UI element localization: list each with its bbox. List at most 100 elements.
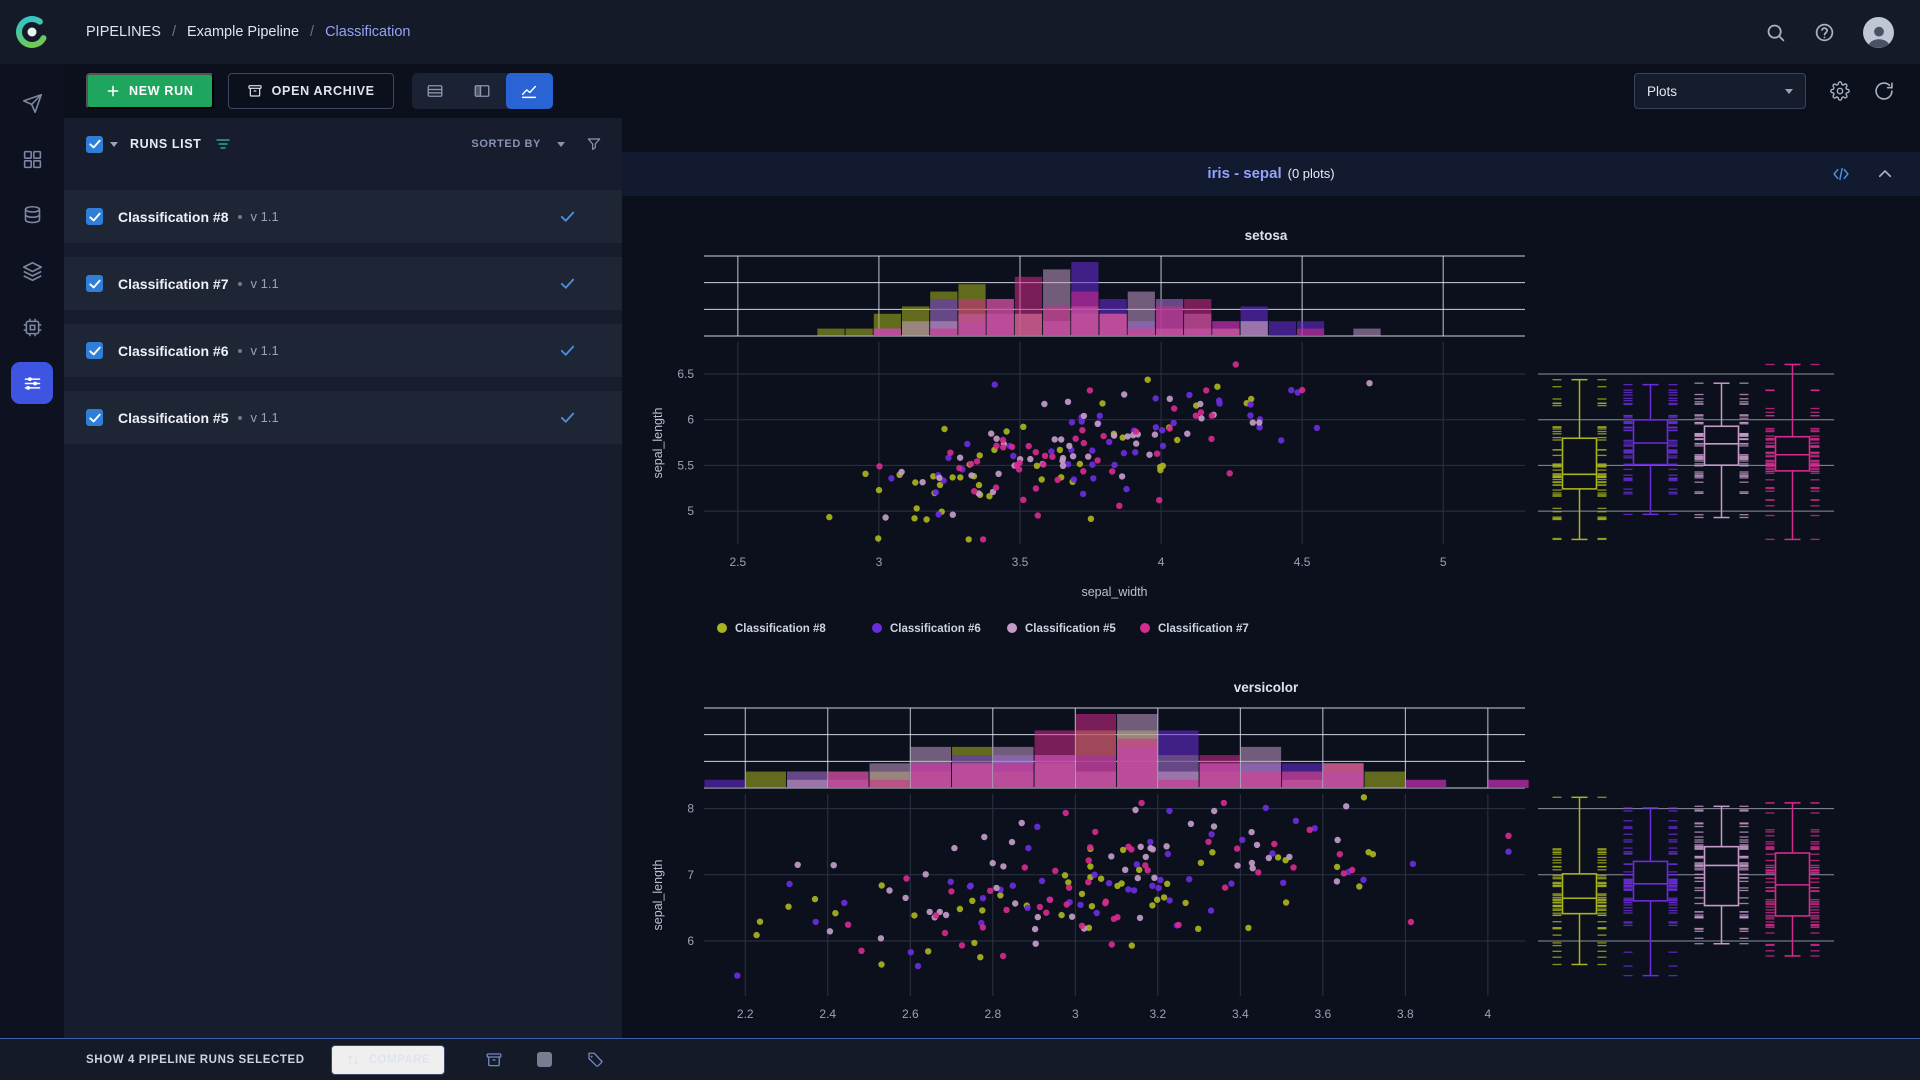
nav-dashboard-grid-icon[interactable] bbox=[11, 138, 53, 180]
runs-list-panel: RUNS LIST SORTED BY Classification #8 v … bbox=[64, 118, 622, 1038]
run-version: v 1.1 bbox=[251, 209, 279, 224]
plot-setosa: 2.533.544.5555.566.5setosasepal_widthsep… bbox=[622, 212, 1920, 664]
nav-pipelines-icon[interactable] bbox=[11, 362, 53, 404]
legend-item[interactable]: Classification #5 bbox=[1007, 623, 1116, 635]
plot-group-title: iris - sepal bbox=[1207, 165, 1281, 182]
run-row[interactable]: Classification #6 v 1.1 bbox=[64, 324, 622, 377]
svg-text:sepal_length: sepal_length bbox=[651, 860, 665, 931]
open-archive-label: OPEN ARCHIVE bbox=[272, 84, 375, 98]
bullet-separator bbox=[238, 282, 242, 286]
run-name: Classification #7 bbox=[118, 276, 229, 292]
svg-text:2.5: 2.5 bbox=[730, 555, 747, 569]
svg-text:2.8: 2.8 bbox=[984, 1007, 1001, 1021]
run-checkbox[interactable] bbox=[86, 208, 103, 225]
svg-text:3: 3 bbox=[1072, 1007, 1079, 1021]
nav-projects-layers-icon[interactable] bbox=[11, 250, 53, 292]
sorted-by-caret-icon[interactable] bbox=[557, 142, 565, 147]
run-name: Classification #5 bbox=[118, 410, 229, 426]
runs-list-header: RUNS LIST SORTED BY bbox=[64, 118, 622, 170]
sorted-by-button[interactable]: SORTED BY bbox=[471, 138, 541, 150]
runs-list-body: Classification #8 v 1.1 Classification #… bbox=[64, 170, 622, 458]
svg-text:3.6: 3.6 bbox=[1315, 1007, 1332, 1021]
header-actions bbox=[1765, 17, 1920, 48]
svg-text:2.6: 2.6 bbox=[902, 1007, 919, 1021]
toolbar-right: Plots bbox=[1634, 73, 1920, 109]
archive-icon[interactable] bbox=[485, 1051, 503, 1069]
legend-item[interactable]: Classification #8 bbox=[717, 623, 826, 635]
svg-text:7: 7 bbox=[687, 868, 694, 882]
bottom-bar: SHOW 4 PIPELINE RUNS SELECTED COMPARE bbox=[0, 1038, 1920, 1080]
compare-label: COMPARE bbox=[369, 1054, 430, 1066]
svg-text:4.5: 4.5 bbox=[1294, 555, 1311, 569]
archive-icon bbox=[247, 83, 263, 99]
selected-check-icon bbox=[559, 208, 576, 225]
charts-container: 2.533.544.5555.566.5setosasepal_widthsep… bbox=[622, 196, 1920, 1038]
svg-text:2.2: 2.2 bbox=[737, 1007, 754, 1021]
search-icon[interactable] bbox=[1765, 22, 1786, 43]
legend-item[interactable]: Classification #6 bbox=[872, 623, 981, 635]
clearml-logo-icon[interactable] bbox=[0, 0, 64, 64]
new-run-button[interactable]: NEW RUN bbox=[86, 73, 214, 109]
svg-text:3: 3 bbox=[876, 555, 883, 569]
svg-text:5.5: 5.5 bbox=[677, 458, 694, 472]
chevron-down-icon bbox=[1785, 89, 1793, 94]
bullet-separator bbox=[238, 215, 242, 219]
table-view-icon[interactable] bbox=[412, 73, 459, 109]
app-root: PIPELINESExample PipelineClassification bbox=[0, 0, 1920, 1080]
user-avatar[interactable] bbox=[1863, 17, 1894, 48]
tag-icon[interactable] bbox=[586, 1051, 604, 1069]
left-nav-rail bbox=[0, 64, 64, 1038]
compare-button[interactable]: COMPARE bbox=[331, 1045, 445, 1075]
svg-text:versicolor: versicolor bbox=[1234, 680, 1299, 695]
svg-text:5: 5 bbox=[1440, 555, 1447, 569]
run-name: Classification #8 bbox=[118, 209, 229, 225]
run-checkbox[interactable] bbox=[86, 275, 103, 292]
open-archive-button[interactable]: OPEN ARCHIVE bbox=[228, 73, 394, 109]
filter-funnel-icon[interactable] bbox=[586, 136, 602, 152]
breadcrumb-item[interactable]: Example Pipeline bbox=[187, 24, 325, 40]
breadcrumb-item[interactable]: Classification bbox=[325, 24, 410, 40]
collapse-section-chevron-up-icon[interactable] bbox=[1876, 165, 1894, 183]
stop-icon[interactable] bbox=[537, 1052, 552, 1067]
svg-text:3.5: 3.5 bbox=[1012, 555, 1029, 569]
runs-list-title: RUNS LIST bbox=[130, 137, 201, 151]
run-checkbox[interactable] bbox=[86, 409, 103, 426]
gear-icon[interactable] bbox=[1830, 81, 1850, 101]
svg-text:setosa: setosa bbox=[1245, 228, 1288, 243]
tune-filters-icon[interactable] bbox=[215, 136, 231, 152]
metric-type-select[interactable]: Plots bbox=[1634, 73, 1806, 109]
top-header: PIPELINESExample PipelineClassification bbox=[0, 0, 1920, 64]
plot-group-count: (0 plots) bbox=[1288, 166, 1335, 181]
plots-view-icon[interactable] bbox=[506, 73, 553, 109]
nav-workers-cpu-icon[interactable] bbox=[11, 306, 53, 348]
svg-text:6.5: 6.5 bbox=[677, 367, 694, 381]
selection-menu-caret-icon[interactable] bbox=[110, 142, 118, 147]
svg-text:5: 5 bbox=[687, 504, 694, 518]
plot-versicolor: 2.22.42.62.833.23.43.63.84678versicolors… bbox=[622, 664, 1920, 1038]
run-checkbox[interactable] bbox=[86, 342, 103, 359]
svg-text:sepal_width: sepal_width bbox=[1081, 585, 1147, 599]
run-version: v 1.1 bbox=[251, 410, 279, 425]
help-icon[interactable] bbox=[1814, 22, 1835, 43]
auto-refresh-icon[interactable] bbox=[1874, 81, 1894, 101]
split-view-icon[interactable] bbox=[459, 73, 506, 109]
select-value: Plots bbox=[1647, 84, 1677, 99]
breadcrumb-item[interactable]: PIPELINES bbox=[86, 24, 187, 40]
svg-text:8: 8 bbox=[687, 802, 694, 816]
svg-text:6: 6 bbox=[687, 413, 694, 427]
run-name: Classification #6 bbox=[118, 343, 229, 359]
select-all-checkbox[interactable] bbox=[86, 136, 103, 153]
nav-getting-started-rocket-icon[interactable] bbox=[11, 82, 53, 124]
run-row[interactable]: Classification #8 v 1.1 bbox=[64, 190, 622, 243]
legend-item[interactable]: Classification #7 bbox=[1140, 623, 1249, 635]
svg-text:3.8: 3.8 bbox=[1397, 1007, 1414, 1021]
runs-header-right: SORTED BY bbox=[471, 136, 602, 152]
run-row[interactable]: Classification #7 v 1.1 bbox=[64, 257, 622, 310]
embed-code-icon[interactable] bbox=[1832, 166, 1850, 182]
svg-text:3.2: 3.2 bbox=[1149, 1007, 1166, 1021]
plots-area: iris - sepal(0 plots) 2.533.544.5555.566… bbox=[622, 118, 1920, 1038]
nav-datasets-icon[interactable] bbox=[11, 194, 53, 236]
run-version: v 1.1 bbox=[251, 343, 279, 358]
footer-icons bbox=[485, 1051, 604, 1069]
run-row[interactable]: Classification #5 v 1.1 bbox=[64, 391, 622, 444]
